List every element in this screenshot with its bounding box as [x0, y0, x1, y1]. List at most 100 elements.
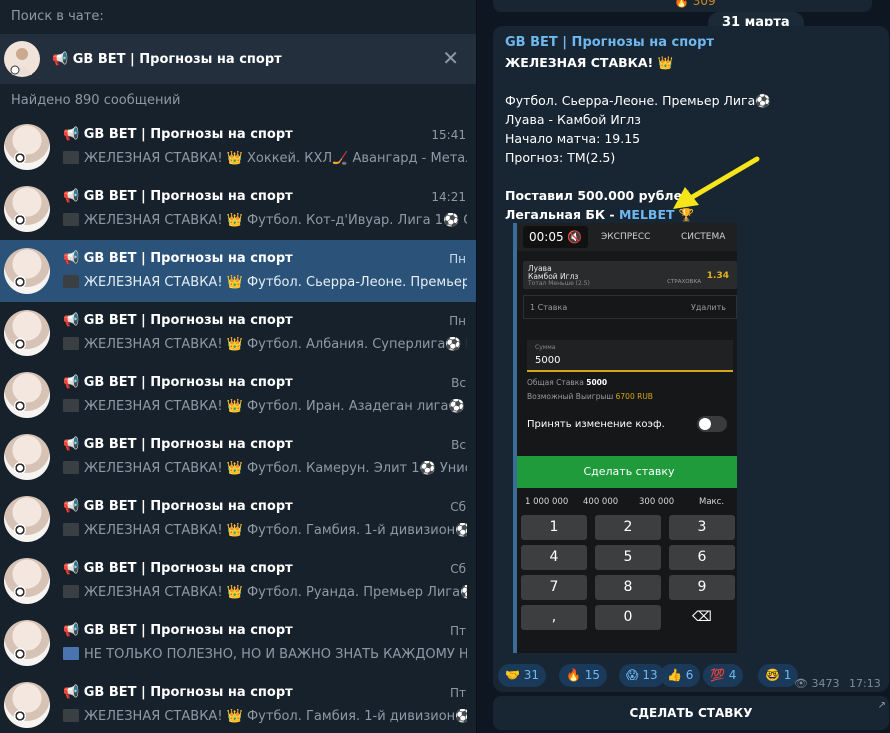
result-time: Сб	[450, 500, 466, 514]
thumbnail-icon	[63, 709, 79, 722]
result-item[interactable]: 📢 GB BET | Прогнозы на спорт 14:21 ЖЕЛЕЗНА…	[0, 178, 476, 240]
keypad-key: 8	[595, 575, 661, 600]
chat-avatar	[4, 41, 40, 77]
result-time: Пн	[449, 314, 466, 328]
result-item[interactable]: 📢 GB BET | Прогнозы на спорт Вс ЖЕЛЕЗНАЯ С…	[0, 364, 476, 426]
bet-slip-item: Луава Камбой Иглз Тотал Меньше (2.5) СТР…	[523, 261, 737, 289]
result-item[interactable]: 📢 GB BET | Прогнозы на спорт Пт ЖЕЛЕЗНАЯ С…	[0, 674, 476, 733]
result-item[interactable]: 📢 GB BET | Прогнозы на спорт Сб ЖЕЛЕЗНАЯ С…	[0, 488, 476, 550]
accept-odds-toggle	[697, 416, 727, 432]
result-preview: ЖЕЛЕЗНАЯ СТАВКА! 👑 Футбол. Кот-д'Ивуар. …	[63, 213, 467, 228]
quick-amounts: 1 000 000 400 000 300 000 Макс.	[517, 493, 737, 511]
quick-amount: 300 000	[639, 497, 675, 507]
mute-icon[interactable]: 🔇	[567, 230, 582, 244]
views-value: 3473	[811, 677, 840, 690]
result-item[interactable]: 📢 GB BET | Прогнозы на спорт Сб ЖЕЛЕЗНАЯ С…	[0, 550, 476, 612]
accept-odds-label: Принять изменение коэф.	[527, 419, 665, 430]
reaction-chip[interactable]: 🤝 31	[498, 664, 547, 687]
result-name: 📢 GB BET | Прогнозы на спорт	[63, 623, 293, 638]
keypad-key: 5	[595, 545, 661, 570]
reaction-chip[interactable]: 💯 4	[703, 664, 744, 687]
results-list: 📢 GB BET | Прогнозы на спорт 15:41 ЖЕЛЕЗНА…	[0, 116, 476, 733]
reaction-count: 6	[685, 668, 694, 682]
reaction-chip[interactable]: 👍 6	[660, 664, 701, 687]
keypad-key: ,	[521, 605, 587, 630]
result-preview: ЖЕЛЕЗНАЯ СТАВКА! 👑 Хоккей. КХЛ🏒 Авангард…	[63, 151, 467, 166]
result-name: 📢 GB BET | Прогнозы на спорт	[63, 251, 293, 266]
reaction-emoji: 💯	[710, 668, 725, 682]
result-time: Сб	[450, 562, 466, 576]
result-time: Пн	[449, 252, 466, 266]
reaction-count: 15	[584, 668, 601, 682]
thumbnail-icon	[63, 523, 79, 536]
bet-slip-screenshot[interactable]: ЭКСПРЕСС СИСТЕМА 00:05 🔇 Луава Камбой Иг…	[513, 223, 737, 653]
total-stake: Общая Ставка 5000	[527, 376, 653, 390]
result-item[interactable]: 📢 GB BET | Прогнозы на спорт Пт НЕ ТОЛЬКО …	[0, 612, 476, 674]
message-view: 🔥 309 31 марта GB BET | Прогнозы на спор…	[478, 0, 890, 733]
video-timer[interactable]: 00:05 🔇	[523, 226, 589, 248]
share-icon[interactable]: ↗	[878, 700, 886, 711]
result-preview-text: НЕ ТОЛЬКО ПОЛЕЗНО, НО И ВАЖНО ЗНАТЬ КАЖД…	[84, 647, 467, 662]
slip-tag: СТРАХОВКА	[667, 279, 701, 285]
result-name: 📢 GB BET | Прогнозы на спорт	[63, 189, 293, 204]
search-in-chat-label[interactable]: Поиск в чате:	[11, 9, 104, 24]
chat-header[interactable]: 📢 GB BET | Прогнозы на спорт ✕	[0, 34, 476, 84]
place-bet-button-screenshot: Сделать ставку	[517, 456, 737, 488]
melbet-link[interactable]: MELBET	[619, 207, 675, 222]
result-preview: ЖЕЛЕЗНАЯ СТАВКА! 👑 Футбол. Сьерра-Леоне.…	[63, 275, 467, 290]
result-preview: ЖЕЛЕЗНАЯ СТАВКА! 👑 Футбол. Гамбия. 1-й д…	[63, 523, 467, 538]
result-item[interactable]: 📢 GB BET | Прогнозы на спорт Вс ЖЕЛЕЗНАЯ С…	[0, 426, 476, 488]
result-preview: ЖЕЛЕЗНАЯ СТАВКА! 👑 Футбол. Руанда. Премь…	[63, 585, 467, 600]
result-name: 📢 GB BET | Прогнозы на спорт	[63, 499, 293, 514]
previous-reaction[interactable]: 🔥 309	[674, 0, 716, 8]
quick-amount: 400 000	[583, 497, 619, 507]
keypad-key: 2	[595, 515, 661, 540]
avatar	[4, 620, 50, 666]
thumbnail-icon	[63, 461, 79, 474]
avatar	[4, 496, 50, 542]
avatar	[4, 248, 50, 294]
reaction-emoji: 🔥	[566, 668, 581, 682]
result-time: Пт	[449, 624, 466, 638]
message-time: 17:13	[849, 677, 881, 690]
slip-market: Тотал Меньше (2.5)	[528, 280, 590, 287]
reaction-count: 4	[728, 668, 737, 682]
backspace-key: ⌫	[692, 609, 712, 625]
found-count: Найдено 890 сообщений	[11, 93, 181, 108]
reaction-chip[interactable]: 🤓 1	[758, 664, 799, 687]
place-bet-button[interactable]: СДЕЛАТЬ СТАВКУ	[493, 696, 889, 730]
message-line: Луава - Камбой Иглз	[505, 112, 641, 127]
keypad-key: 3	[669, 515, 735, 540]
result-preview-text: ЖЕЛЕЗНАЯ СТАВКА! 👑 Футбол. Руанда. Премь…	[84, 585, 467, 600]
possible-win: Возможный Выигрыш 6700 RUB	[527, 390, 653, 404]
thumbnail-icon	[63, 337, 79, 350]
amount-field: Сумма 5000	[527, 340, 733, 372]
result-time: 15:41	[431, 128, 466, 142]
message-author[interactable]: GB BET | Прогнозы на спорт	[505, 35, 714, 50]
result-item[interactable]: 📢 GB BET | Прогнозы на спорт Пн ЖЕЛЕЗНАЯ С…	[0, 302, 476, 364]
message-line: ЖЕЛЕЗНАЯ СТАВКА! 👑	[505, 55, 674, 70]
result-item[interactable]: 📢 GB BET | Прогнозы на спорт Пн ЖЕЛЕЗНАЯ С…	[0, 240, 476, 302]
tab-system: СИСТЕМА	[681, 232, 726, 242]
result-time: 14:21	[431, 190, 466, 204]
reaction-chip[interactable]: 🔥 15	[559, 664, 608, 687]
possible-win-label: Возможный Выигрыш	[527, 392, 614, 401]
result-preview-text: ЖЕЛЕЗНАЯ СТАВКА! 👑 Футбол. Албания. Супе…	[84, 337, 467, 352]
stake-count: 1 Ставка	[530, 303, 568, 312]
message-line: Футбол. Сьерра-Леоне. Премьер Лига⚽	[505, 93, 771, 108]
reaction-chip[interactable]: 😱 13	[619, 664, 665, 687]
result-preview-text: ЖЕЛЕЗНАЯ СТАВКА! 👑 Футбол. Гамбия. 1-й д…	[84, 709, 467, 724]
thumbnail-icon	[63, 275, 79, 288]
possible-win-value: 6700 RUB	[615, 392, 653, 401]
delete-button: Удалить	[691, 303, 726, 312]
result-preview: ЖЕЛЕЗНАЯ СТАВКА! 👑 Футбол. Гамбия. 1-й д…	[63, 709, 467, 724]
reaction-emoji: 👍	[667, 668, 682, 682]
quick-amount: 1 000 000	[525, 497, 569, 507]
close-icon[interactable]: ✕	[442, 48, 459, 68]
result-item[interactable]: 📢 GB BET | Прогнозы на спорт 15:41 ЖЕЛЕЗНА…	[0, 116, 476, 178]
avatar	[4, 558, 50, 604]
keypad-key: 1	[521, 515, 587, 540]
result-preview-text: ЖЕЛЕЗНАЯ СТАВКА! 👑 Хоккей. КХЛ🏒 Авангард…	[84, 151, 467, 166]
reaction-count: 31	[523, 668, 540, 682]
slip-odd: 1.34	[706, 271, 729, 281]
